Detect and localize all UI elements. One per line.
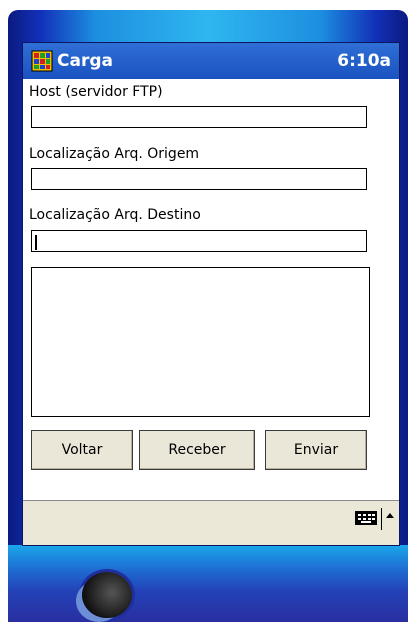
origin-path-input[interactable] xyxy=(31,168,367,190)
app-title: Carga xyxy=(57,51,113,71)
app-grid-icon[interactable] xyxy=(31,50,53,72)
back-button[interactable]: Voltar xyxy=(31,430,133,470)
clock[interactable]: 6:10a xyxy=(337,50,391,72)
destination-label: Localização Arq. Destino xyxy=(29,207,201,223)
log-textarea[interactable] xyxy=(31,267,370,417)
up-arrow-icon[interactable] xyxy=(386,513,394,518)
keyboard-icon[interactable] xyxy=(355,511,377,525)
origin-label: Localização Arq. Origem xyxy=(29,146,200,162)
host-input[interactable] xyxy=(31,106,367,128)
text-cursor xyxy=(35,235,37,250)
receive-button[interactable]: Receber xyxy=(139,430,255,470)
screen: Carga 6:10a Host (servidor FTP) Localiza… xyxy=(23,43,399,545)
device-lower-body xyxy=(8,545,408,622)
menu-bar xyxy=(23,500,399,545)
destination-path-input[interactable] xyxy=(31,230,367,252)
menu-separator xyxy=(381,508,382,530)
send-button[interactable]: Enviar xyxy=(265,430,367,470)
host-label: Host (servidor FTP) xyxy=(29,84,163,100)
navigation-pad[interactable] xyxy=(82,572,132,618)
title-bar: Carga 6:10a xyxy=(23,43,399,79)
